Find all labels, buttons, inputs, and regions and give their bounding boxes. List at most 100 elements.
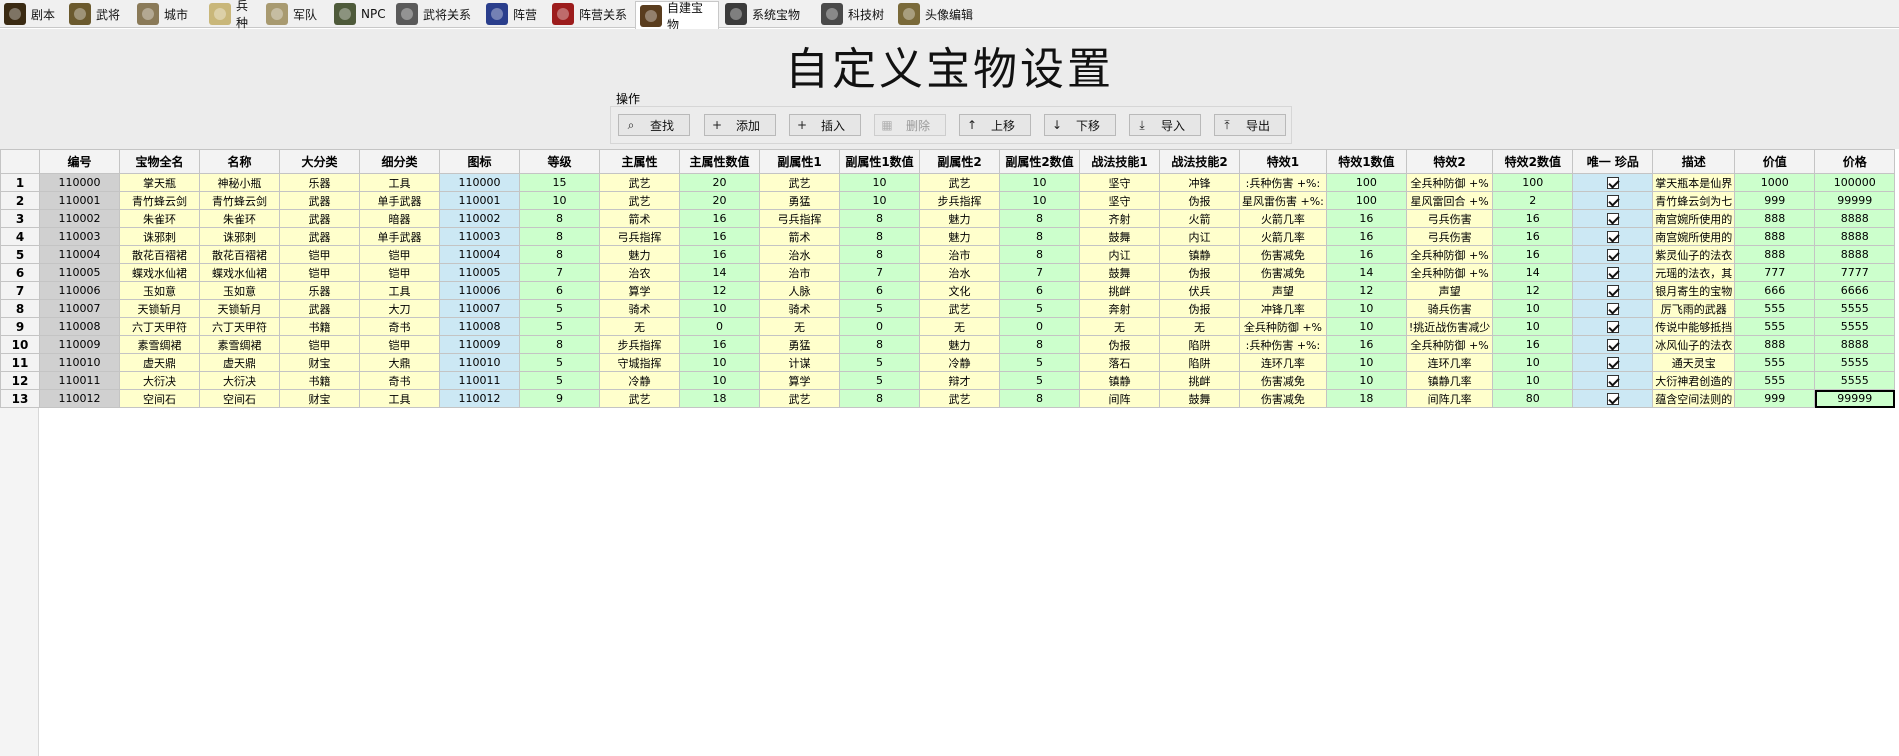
table-cell[interactable]: 内讧 — [1159, 227, 1240, 246]
checkbox-checked-icon[interactable] — [1606, 375, 1619, 387]
table-cell[interactable]: 陷阱 — [1159, 335, 1240, 354]
table-cell[interactable]: 鼓舞 — [1079, 227, 1160, 246]
table-cell[interactable]: 鼓舞 — [1079, 263, 1160, 282]
table-cell[interactable]: 99999 — [1814, 389, 1896, 408]
table-cell[interactable]: 7 — [519, 263, 600, 282]
table-cell[interactable]: 100 — [1325, 173, 1407, 192]
table-cell[interactable]: 888 — [1734, 209, 1816, 228]
table-cell[interactable]: 10 — [1325, 299, 1407, 318]
table-cell[interactable]: 110011 — [439, 371, 520, 390]
table-cell[interactable]: 素雪绸裙 — [119, 335, 200, 354]
table-cell[interactable]: 素雪绸裙 — [199, 335, 280, 354]
row-number[interactable]: 3 — [0, 209, 40, 228]
row-number[interactable]: 4 — [0, 227, 40, 246]
table-cell[interactable]: 10 — [839, 191, 920, 210]
unique-checkbox-cell[interactable] — [1572, 371, 1654, 390]
table-cell[interactable]: 冲锋几率 — [1239, 299, 1327, 318]
table-cell[interactable]: 蝶戏水仙裙 — [119, 263, 200, 282]
table-cell[interactable]: 南宫婉所使用的 — [1652, 227, 1736, 246]
table-cell[interactable]: 青竹蜂云剑 — [119, 191, 200, 210]
table-cell[interactable]: 110002 — [439, 209, 520, 228]
table-cell[interactable]: 100000 — [1814, 173, 1896, 192]
column-header[interactable]: 名称 — [199, 149, 280, 174]
table-cell[interactable]: 999 — [1734, 191, 1816, 210]
table-cell[interactable]: 110010 — [439, 353, 520, 372]
table-cell[interactable]: 110010 — [39, 353, 120, 372]
table-cell[interactable]: 0 — [839, 317, 920, 336]
table-cell[interactable]: 5 — [839, 371, 920, 390]
unique-checkbox-cell[interactable] — [1572, 353, 1654, 372]
table-cell[interactable]: 5 — [519, 353, 600, 372]
table-cell[interactable]: 8888 — [1814, 209, 1896, 228]
table-cell[interactable]: :兵种伤害 +%: — [1239, 173, 1327, 192]
arrow-down-button[interactable]: ↓ 下移 — [1044, 114, 1116, 136]
row-number[interactable]: 12 — [0, 371, 40, 390]
table-cell[interactable]: 挑衅 — [1079, 281, 1160, 300]
checkbox-checked-icon[interactable] — [1606, 177, 1619, 189]
unique-checkbox-cell[interactable] — [1572, 389, 1654, 408]
unique-checkbox-cell[interactable] — [1572, 191, 1654, 210]
table-cell[interactable]: 单手武器 — [359, 227, 440, 246]
table-cell[interactable]: 888 — [1734, 245, 1816, 264]
table-cell[interactable]: 武艺 — [599, 173, 680, 192]
table-row[interactable]: 3 110002 朱雀环 朱雀环 武器 暗器 110002 8 箭术 16 弓兵指挥 8 魅力 8 齐射 火箭… — [0, 209, 1896, 228]
table-cell[interactable]: 10 — [519, 191, 600, 210]
table-cell[interactable]: 骑兵伤害 — [1405, 299, 1494, 318]
export-button[interactable]: ⤒ 导出 — [1214, 114, 1286, 136]
table-cell[interactable]: 财宝 — [279, 389, 360, 408]
table-cell[interactable]: 冷静 — [599, 371, 680, 390]
table-cell[interactable]: :兵种伤害 +%: — [1239, 335, 1327, 354]
column-header[interactable]: 宝物全名 — [119, 149, 200, 174]
table-cell[interactable]: 110000 — [439, 173, 520, 192]
table-row[interactable]: 7 110006 玉如意 玉如意 乐器 工具 110006 6 算学 12 人脉 6 文化 6 挑衅 伏兵 声望… — [0, 281, 1896, 300]
table-cell[interactable]: 8 — [999, 335, 1080, 354]
table-cell[interactable]: 武艺 — [919, 389, 1000, 408]
table-cell[interactable]: 暗器 — [359, 209, 440, 228]
table-cell[interactable]: 镇静 — [1079, 371, 1160, 390]
table-cell[interactable]: 守城指挥 — [599, 353, 680, 372]
grid-corner[interactable] — [0, 149, 40, 174]
table-cell[interactable]: 天锁斩月 — [199, 299, 280, 318]
checkbox-checked-icon[interactable] — [1606, 231, 1619, 243]
table-cell[interactable]: 555 — [1734, 299, 1816, 318]
table-cell[interactable]: 8 — [839, 389, 920, 408]
checkbox-checked-icon[interactable] — [1606, 285, 1619, 297]
table-cell[interactable]: 铠甲 — [279, 263, 360, 282]
table-cell[interactable]: 步兵指挥 — [599, 335, 680, 354]
table-cell[interactable]: 2 — [1492, 191, 1574, 210]
column-header[interactable]: 价值 — [1734, 149, 1816, 174]
table-cell[interactable]: 16 — [1492, 227, 1574, 246]
table-cell[interactable]: 弓兵伤害 — [1405, 227, 1494, 246]
table-cell[interactable]: 奇书 — [359, 317, 440, 336]
table-cell[interactable]: 武艺 — [599, 389, 680, 408]
tab-system-treasure[interactable]: 系统宝物 — [721, 1, 815, 27]
tab-general-helmet[interactable]: 武将 — [65, 1, 131, 27]
table-cell[interactable]: 弓兵伤害 — [1405, 209, 1494, 228]
column-header[interactable]: 描述 — [1652, 149, 1736, 174]
table-cell[interactable]: 5 — [519, 299, 600, 318]
row-number[interactable]: 6 — [0, 263, 40, 282]
table-cell[interactable]: 16 — [1325, 209, 1407, 228]
row-number[interactable]: 8 — [0, 299, 40, 318]
table-cell[interactable]: 青竹蜂云剑为七 — [1652, 191, 1736, 210]
table-cell[interactable]: 10 — [1325, 371, 1407, 390]
row-number[interactable]: 9 — [0, 317, 40, 336]
table-cell[interactable]: 10 — [999, 191, 1080, 210]
table-cell[interactable]: 18 — [679, 389, 760, 408]
unique-checkbox-cell[interactable] — [1572, 335, 1654, 354]
table-cell[interactable]: 星风雷回合 +% — [1405, 191, 1494, 210]
unique-checkbox-cell[interactable] — [1572, 245, 1654, 264]
table-cell[interactable]: 大衍决 — [119, 371, 200, 390]
table-cell[interactable]: 5 — [839, 299, 920, 318]
table-cell[interactable]: 无 — [1079, 317, 1160, 336]
table-cell[interactable]: 挑衅 — [1159, 371, 1240, 390]
table-cell[interactable]: 陷阱 — [1159, 353, 1240, 372]
table-cell[interactable]: 银月寄生的宝物 — [1652, 281, 1736, 300]
table-cell[interactable]: 冰风仙子的法衣 — [1652, 335, 1736, 354]
unique-checkbox-cell[interactable] — [1572, 227, 1654, 246]
table-row[interactable]: 13 110012 空间石 空间石 财宝 工具 110012 9 武艺 18 武艺 8 武艺 8 间阵 鼓舞伤… — [0, 389, 1896, 408]
tab-crossed-swords[interactable]: 武将关系 — [392, 1, 480, 27]
table-cell[interactable]: 110011 — [39, 371, 120, 390]
table-cell[interactable]: 伤害减免 — [1239, 389, 1327, 408]
table-cell[interactable]: 5 — [519, 317, 600, 336]
